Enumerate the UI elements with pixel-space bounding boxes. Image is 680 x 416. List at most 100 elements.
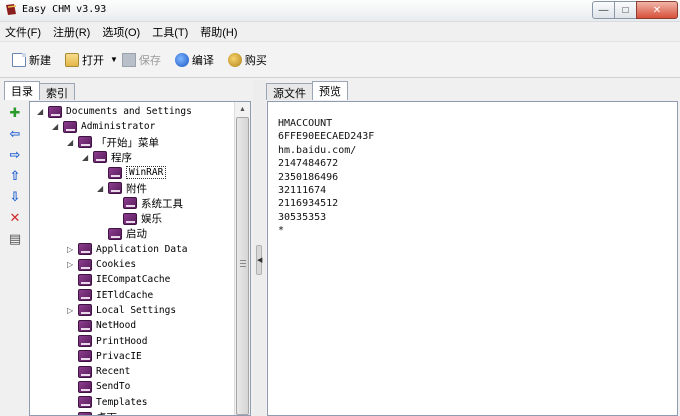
tree-node[interactable]: SendTo xyxy=(78,379,130,394)
tree-node[interactable]: 桌面 xyxy=(78,410,117,415)
window-title: Easy CHM v3.93 xyxy=(22,4,107,15)
title-bar: Easy CHM v3.93 — □ ✕ xyxy=(0,0,680,22)
editor-line: 6FFE90EECAED243F xyxy=(278,131,375,143)
tree-node-label: IETldCache xyxy=(96,289,154,301)
tree-node[interactable]: PrintHood xyxy=(78,334,147,349)
book-icon xyxy=(78,411,92,415)
left-tab-strip: 目录 索引 xyxy=(4,81,75,101)
collapse-arrow-icon[interactable]: ◢ xyxy=(37,107,45,116)
maximize-icon: □ xyxy=(622,4,629,16)
tree-node-label: PrivacIE xyxy=(96,350,142,362)
open-dropdown-icon[interactable]: ▼ xyxy=(110,55,118,64)
tree-node-label: Templates xyxy=(96,396,148,408)
tree-node[interactable]: ▷ Application Data xyxy=(67,242,188,257)
menu-options[interactable]: 选项(O) xyxy=(102,24,140,40)
right-tab-strip: 源文件 预览 xyxy=(266,81,348,101)
move-down-icon[interactable]: ⇩ xyxy=(8,190,22,204)
tree-scrollbar[interactable]: ▲ xyxy=(234,102,250,415)
move-right-icon[interactable]: ⇨ xyxy=(8,148,22,162)
scroll-up-icon[interactable]: ▲ xyxy=(235,102,250,117)
delete-node-icon[interactable]: ✕ xyxy=(8,211,22,225)
tree-node[interactable]: Recent xyxy=(78,364,130,379)
tree-node[interactable]: ▷ Cookies xyxy=(67,257,136,272)
expand-arrow-icon[interactable]: ▷ xyxy=(67,306,75,315)
collapse-arrow-icon[interactable]: ◢ xyxy=(67,138,75,147)
expand-arrow-icon[interactable]: ▷ xyxy=(67,245,75,254)
panel-splitter[interactable]: ◀ xyxy=(253,80,266,416)
collapse-arrow-icon[interactable]: ◢ xyxy=(97,184,105,193)
tree-node[interactable]: PrivacIE xyxy=(78,349,142,364)
book-icon xyxy=(123,197,137,210)
book-icon xyxy=(78,350,92,363)
tab-contents[interactable]: 目录 xyxy=(4,81,40,100)
editor-panel: 源文件 预览 HMACCOUNT 6FFE90EECAED243F hm.bai… xyxy=(266,80,680,416)
tab-index[interactable]: 索引 xyxy=(39,83,75,100)
menu-tools[interactable]: 工具(T) xyxy=(152,24,188,40)
tree-node[interactable]: NetHood xyxy=(78,318,136,333)
tree-node-label: IECompatCache xyxy=(96,274,171,286)
editor-line: HMACCOUNT xyxy=(278,118,333,129)
move-left-icon[interactable]: ⇦ xyxy=(8,127,22,141)
app-icon xyxy=(6,4,17,15)
editor-line: * xyxy=(278,225,285,237)
tree-node-label: Documents and Settings xyxy=(66,106,192,117)
move-up-icon[interactable]: ⇧ xyxy=(8,169,22,183)
tree-node[interactable]: ◢ 「开始」菜单 xyxy=(67,135,159,150)
tree-node[interactable]: ◢ 附件 xyxy=(97,181,147,196)
tree-node-label: 「开始」菜单 xyxy=(96,136,159,149)
menu-help[interactable]: 帮助(H) xyxy=(200,24,237,40)
book-icon xyxy=(93,151,107,164)
tree-node-label: 桌面 xyxy=(96,410,117,415)
tree-node-label: Recent xyxy=(96,366,131,378)
tab-source[interactable]: 源文件 xyxy=(266,83,313,100)
editor-line: 32111674 xyxy=(278,185,327,197)
splitter-grip[interactable]: ◀ xyxy=(256,245,262,275)
thumb-grip-icon xyxy=(240,260,246,267)
buy-button[interactable]: 购买 xyxy=(227,52,267,68)
menu-register[interactable]: 注册(R) xyxy=(53,24,90,40)
tree-node[interactable]: ▷ Local Settings xyxy=(67,303,176,318)
tree-node[interactable]: 启动 xyxy=(108,226,147,241)
book-icon xyxy=(108,227,122,240)
book-icon xyxy=(78,289,92,302)
compile-button[interactable]: 编译 xyxy=(174,52,214,68)
menu-file[interactable]: 文件(F) xyxy=(5,24,41,40)
editor-line: 2350186496 xyxy=(278,171,339,183)
preview-area[interactable]: HMACCOUNT 6FFE90EECAED243F hm.baidu.com/… xyxy=(267,101,678,416)
tree-node-label: 娱乐 xyxy=(141,213,162,226)
buy-coin-icon xyxy=(227,52,242,67)
tree-node-label: NetHood xyxy=(96,320,137,332)
menu-bar: 文件(F) 注册(R) 选项(O) 工具(T) 帮助(H) xyxy=(0,22,680,42)
tree-node-label: 程序 xyxy=(111,151,132,164)
close-button[interactable]: ✕ xyxy=(636,1,678,19)
properties-icon[interactable]: ▤ xyxy=(8,232,22,246)
book-icon xyxy=(63,120,77,133)
collapse-arrow-icon[interactable]: ◢ xyxy=(82,153,90,162)
tree-node[interactable]: ◢ 程序 xyxy=(82,150,132,165)
open-button[interactable]: 打开 xyxy=(65,52,104,68)
tab-preview[interactable]: 预览 xyxy=(312,81,348,100)
collapse-arrow-icon[interactable]: ◢ xyxy=(52,122,60,131)
tree-node[interactable]: 娱乐 xyxy=(123,211,162,226)
tree-node[interactable]: Templates xyxy=(78,395,147,410)
minimize-icon: — xyxy=(598,4,609,16)
tree-node[interactable]: 系统工具 xyxy=(123,196,183,211)
tree-node[interactable]: ◢ Administrator xyxy=(52,119,155,134)
book-icon xyxy=(78,396,92,409)
minimize-button[interactable]: — xyxy=(592,1,615,19)
maximize-button[interactable]: □ xyxy=(614,1,637,19)
close-icon: ✕ xyxy=(652,4,662,16)
tree-node-label: 系统工具 xyxy=(141,197,183,210)
tree-node[interactable]: IECompatCache xyxy=(78,272,170,287)
tree-node[interactable]: IETldCache xyxy=(78,288,153,303)
tree-node-label: PrintHood xyxy=(96,335,148,347)
tree-node[interactable]: ◢ Documents and Settings xyxy=(37,104,192,119)
save-button[interactable]: 保存 xyxy=(121,52,161,68)
new-button[interactable]: 新建 xyxy=(12,52,51,68)
add-node-icon[interactable]: ✚ xyxy=(8,106,22,120)
book-icon xyxy=(123,212,137,225)
expand-arrow-icon[interactable]: ▷ xyxy=(67,260,75,269)
scroll-thumb[interactable] xyxy=(236,117,249,415)
toolbar: 新建 打开 ▼ 保存 编译 购买 xyxy=(0,42,680,78)
tree-node[interactable]: WinRAR xyxy=(108,165,167,180)
